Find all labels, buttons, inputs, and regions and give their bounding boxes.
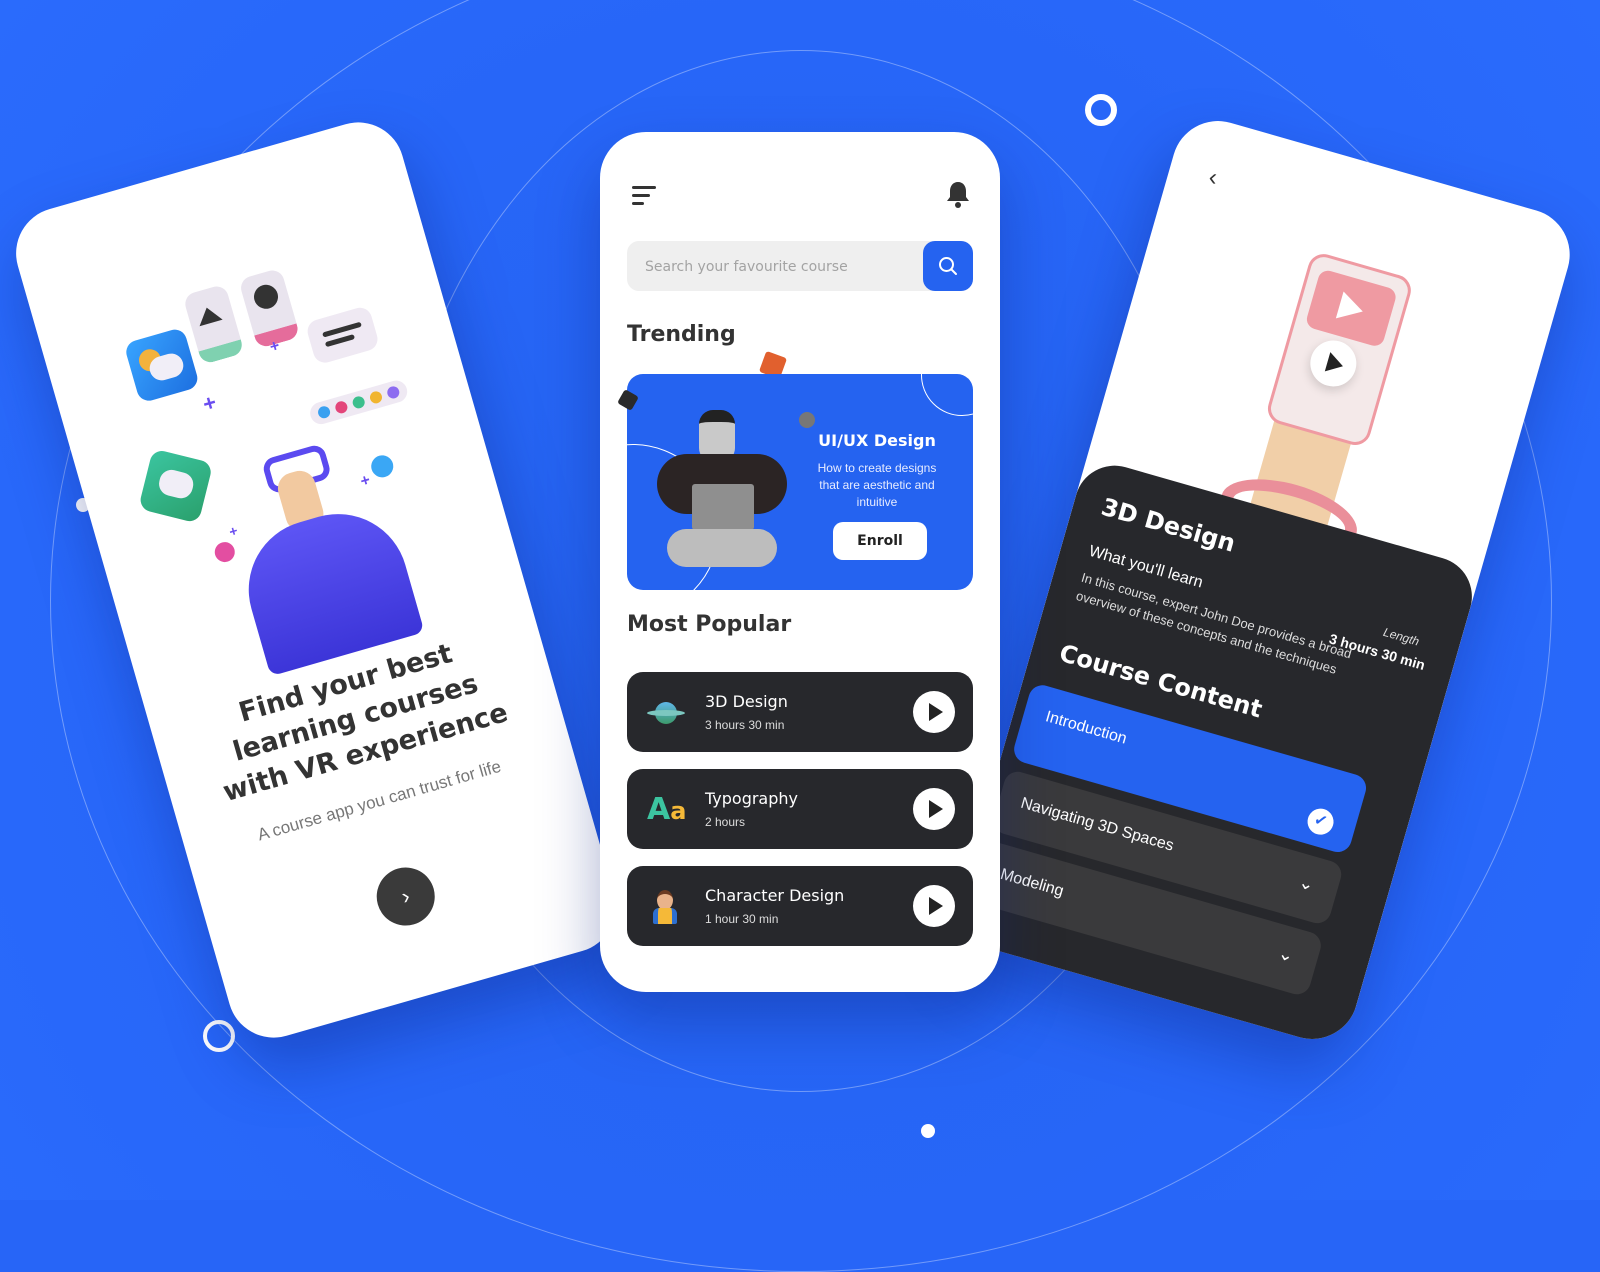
chevron-right-icon: › xyxy=(398,883,413,910)
course-item[interactable]: 3D Design 3 hours 30 min xyxy=(627,672,973,752)
back-button[interactable]: ‹ xyxy=(1207,164,1218,193)
course-name: Typography xyxy=(705,789,798,808)
hamburger-menu-icon[interactable] xyxy=(632,186,658,210)
weather-app-icon xyxy=(123,326,201,404)
home-screen: Trending UI/UX Design How to create desi… xyxy=(600,132,1000,992)
play-button[interactable] xyxy=(913,788,955,830)
hand-phone-illustration xyxy=(1209,232,1440,563)
enroll-button[interactable]: Enroll xyxy=(833,522,927,560)
chevron-down-icon: ⌄ xyxy=(1296,871,1317,895)
lesson-label: Navigating 3D Spaces xyxy=(1018,794,1176,855)
image-card-icon xyxy=(182,283,245,366)
most-popular-heading: Most Popular xyxy=(627,612,792,637)
palette-card-icon xyxy=(304,304,381,366)
search-input[interactable] xyxy=(643,241,917,293)
lesson-label: Modeling xyxy=(998,865,1066,901)
arc-decoration xyxy=(921,374,973,416)
course-item[interactable]: Aa Typography 2 hours xyxy=(627,769,973,849)
chevron-left-icon: ‹ xyxy=(1207,163,1219,192)
dot-decoration xyxy=(921,1124,935,1138)
play-button[interactable] xyxy=(913,885,955,927)
character-avatar-icon xyxy=(647,888,685,926)
search-bar xyxy=(627,241,973,293)
course-name: Character Design xyxy=(705,886,845,905)
ring-dot-decoration xyxy=(1085,94,1117,126)
course-duration: 1 hour 30 min xyxy=(705,912,779,926)
check-circle-icon: ✓ xyxy=(1304,805,1337,838)
course-item[interactable]: Character Design 1 hour 30 min xyxy=(627,866,973,946)
trending-course-description: How to create designs that are aesthetic… xyxy=(817,461,937,509)
course-title: 3D Design xyxy=(1098,492,1239,558)
trending-heading: Trending xyxy=(627,322,736,347)
play-button[interactable] xyxy=(913,691,955,733)
search-icon xyxy=(939,257,957,275)
course-name: 3D Design xyxy=(705,692,788,711)
person-laptop-illustration xyxy=(637,404,797,584)
video-card-icon xyxy=(238,267,301,350)
notification-bell-icon[interactable] xyxy=(946,180,970,208)
plus-decoration: + xyxy=(199,389,220,417)
trending-card[interactable]: UI/UX Design How to create designs that … xyxy=(627,374,973,590)
lesson-label: Introduction xyxy=(1043,708,1129,748)
search-button[interactable] xyxy=(923,241,973,291)
course-duration: 3 hours 30 min xyxy=(705,718,785,732)
trending-course-title: UI/UX Design xyxy=(818,431,936,450)
course-duration: 2 hours xyxy=(705,815,746,829)
next-button[interactable]: › xyxy=(369,860,442,933)
planet-icon xyxy=(647,694,685,732)
vr-person-illustration xyxy=(188,405,441,677)
ring-dot-decoration xyxy=(203,1020,235,1052)
emoji-sunglasses-icon xyxy=(799,412,815,428)
typography-aa-icon: Aa xyxy=(647,792,687,827)
length-label: Length xyxy=(1381,624,1421,649)
chevron-down-icon: ⌄ xyxy=(1276,942,1297,967)
